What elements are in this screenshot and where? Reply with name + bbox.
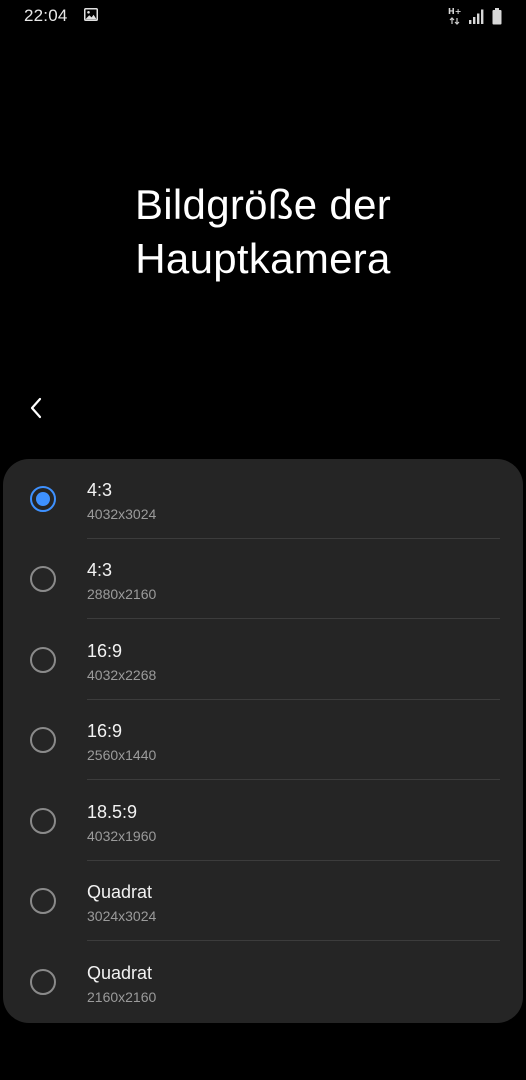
option-label: 4:3 [87,560,113,580]
chevron-left-icon [30,397,42,419]
gallery-icon [84,8,98,21]
page-title-line-2: Hauptkamera [135,235,391,282]
option-resolution: 4032x1960 [87,828,157,844]
radio-button[interactable] [30,888,56,914]
radio-button[interactable] [30,727,56,753]
option-resolution: 2160x2160 [87,989,157,1005]
option-row-16-9-2560x1440[interactable]: 16:9 2560x1440 [3,700,523,780]
option-label: Quadrat [87,963,153,983]
option-resolution: 4032x3024 [87,506,157,522]
radio-button[interactable] [30,566,56,592]
status-bar: 22:04 H+ [0,0,526,32]
network-type-label: H+ [448,7,462,16]
page-title-line-1: Bildgröße der [134,181,392,228]
status-icons: H+ [448,6,502,26]
option-resolution: 4032x2268 [87,667,157,683]
option-row-4-3-2880x2160[interactable]: 4:3 2880x2160 [3,539,523,619]
radio-button[interactable] [30,647,56,673]
divider [87,779,500,780]
option-resolution: 3024x3024 [87,908,157,924]
option-row-quadrat-2160x2160[interactable]: Quadrat 2160x2160 [3,942,523,1022]
option-label: 16:9 [87,641,123,661]
radio-button[interactable] [30,808,56,834]
option-label: 18.5:9 [87,802,138,822]
network-type-icon: H+ [448,7,462,25]
option-resolution: 2880x2160 [87,586,157,602]
page-title: Bildgröße der Hauptkamera [0,178,526,286]
divider [87,618,500,619]
divider [87,940,500,941]
radio-button-selected[interactable] [30,486,56,512]
option-row-16-9-4032x2268[interactable]: 16:9 4032x2268 [3,620,523,700]
radio-button[interactable] [30,969,56,995]
option-label: 16:9 [87,721,123,741]
back-button[interactable] [18,388,54,428]
option-label: 4:3 [87,480,113,500]
option-row-4-3-4032x3024[interactable]: 4:3 4032x3024 [3,459,523,539]
battery-icon [492,7,502,25]
signal-icon [469,9,485,24]
option-resolution: 2560x1440 [87,747,157,763]
resolution-options-list: 4:3 4032x3024 4:3 2880x2160 16:9 4032x22… [3,459,523,1023]
option-row-18-5-9-4032x1960[interactable]: 18.5:9 4032x1960 [3,781,523,861]
option-row-quadrat-3024x3024[interactable]: Quadrat 3024x3024 [3,861,523,941]
option-label: Quadrat [87,882,153,902]
status-time: 22:04 [24,6,68,25]
